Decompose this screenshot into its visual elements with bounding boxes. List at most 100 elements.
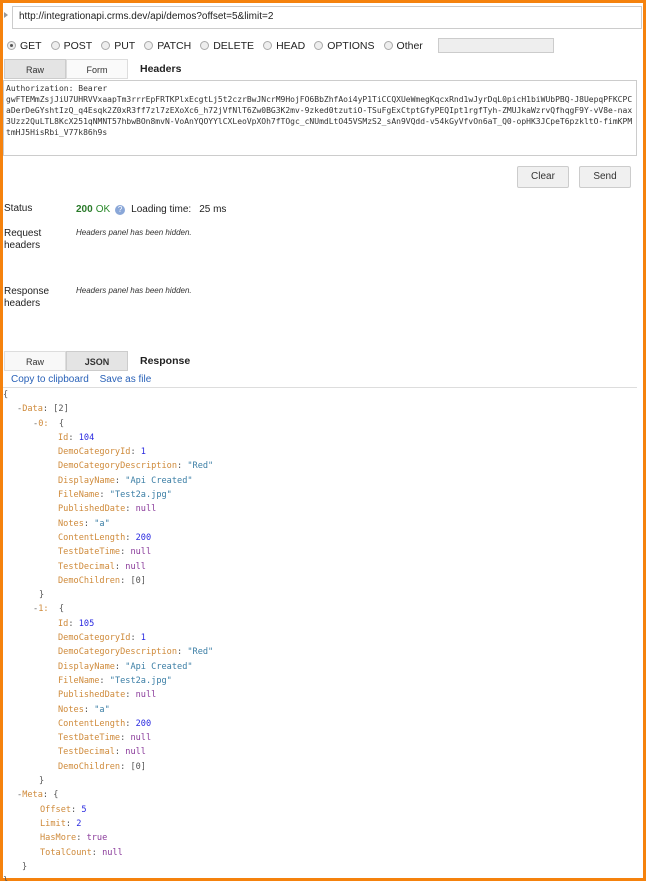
- expand-arrow-icon[interactable]: [4, 12, 8, 18]
- json-number: 104: [78, 432, 95, 443]
- method-label: OPTIONS: [327, 39, 375, 52]
- json-key: DemoCategoryId: [58, 633, 131, 644]
- method-post[interactable]: POST: [50, 40, 92, 52]
- json-colon: :: [130, 447, 141, 458]
- method-put[interactable]: PUT: [101, 40, 135, 52]
- json-line: TotalCount: null: [3, 846, 637, 860]
- json-colon: :: [114, 475, 126, 486]
- json-line: DemoCategoryDescription: "Red": [3, 645, 637, 659]
- json-string: "Red": [187, 461, 214, 472]
- json-null: null: [130, 733, 152, 744]
- radio-button[interactable]: [200, 41, 210, 50]
- json-line: Notes: "a": [3, 703, 637, 717]
- method-get[interactable]: GET: [7, 40, 42, 52]
- json-key: DemoChildren: [58, 761, 121, 772]
- json-key: DisplayName: [58, 475, 115, 486]
- json-colon: :: [120, 761, 131, 772]
- clear-button[interactable]: Clear: [517, 166, 569, 188]
- status-code: 200: [76, 204, 93, 215]
- json-line: ContentLength: 200: [3, 531, 637, 545]
- json-key: PublishedDate: [58, 504, 126, 515]
- radio-button[interactable]: [263, 41, 273, 50]
- loading-time-label: Loading time:: [131, 204, 192, 215]
- json-key: DemoChildren: [58, 575, 121, 586]
- tab-raw-response[interactable]: Raw: [4, 351, 66, 371]
- help-icon[interactable]: ?: [115, 204, 126, 215]
- method-label: PATCH: [157, 39, 192, 52]
- json-colon: :: [68, 432, 79, 443]
- json-colon: :: [125, 532, 136, 543]
- json-line: {: [3, 388, 637, 402]
- json-null: null: [130, 547, 152, 558]
- radio-button[interactable]: [144, 41, 154, 50]
- method-label: PUT: [114, 39, 136, 52]
- json-array-count: [0]: [130, 761, 146, 772]
- json-brace: {: [48, 418, 65, 429]
- json-key: Notes: [58, 704, 84, 715]
- json-line: }: [3, 874, 637, 881]
- tab-raw[interactable]: Raw: [4, 59, 66, 79]
- json-key: Data: [22, 404, 43, 415]
- method-label: DELETE: [213, 39, 255, 52]
- method-head[interactable]: HEAD: [263, 40, 305, 52]
- tab-json-response[interactable]: JSON: [66, 351, 128, 371]
- json-key: Meta: [22, 790, 43, 801]
- json-colon: :: [177, 461, 188, 472]
- copy-to-clipboard-link[interactable]: Copy to clipboard: [11, 374, 89, 385]
- radio-button[interactable]: [101, 41, 111, 50]
- json-line: Limit: 2: [3, 817, 637, 831]
- json-line: TestDateTime: null: [3, 731, 637, 745]
- json-colon: :: [114, 747, 126, 758]
- json-number: 200: [135, 532, 152, 543]
- json-viewer: {-Data: [2] -0: {Id: 104 DemoCategoryId: 1…: [3, 387, 637, 881]
- response-title: Response: [140, 355, 191, 367]
- json-key: FileName: [58, 675, 100, 686]
- json-key: ContentLength: [58, 532, 126, 543]
- other-method-input[interactable]: [437, 38, 554, 53]
- url-input[interactable]: http://integrationapi.crms.dev/api/demos…: [12, 6, 642, 29]
- save-as-file-link[interactable]: Save as file: [100, 374, 152, 385]
- method-options[interactable]: OPTIONS: [314, 39, 375, 52]
- json-brace: }: [39, 590, 45, 601]
- json-line: DemoChildren: [0]: [3, 760, 637, 774]
- response-actions: Copy to clipboard Save as file: [11, 374, 159, 385]
- radio-button[interactable]: [314, 41, 324, 50]
- radio-button[interactable]: [383, 41, 393, 50]
- json-colon: :: [120, 575, 131, 586]
- json-key: FileName: [58, 490, 100, 501]
- method-selector: GET POST PUT PATCH DELETE HEAD OPTIONS Other: [7, 38, 554, 53]
- json-colon: :: [99, 490, 110, 501]
- json-colon: :: [83, 704, 95, 715]
- json-line: Id: 104: [3, 431, 637, 445]
- headers-textarea[interactable]: Authorization: Bearer gwFTEMmZsjJiU7UHRV…: [3, 80, 637, 156]
- json-string: "Test2a.jpg": [109, 490, 172, 501]
- method-other[interactable]: Other: [383, 40, 423, 52]
- label-line: Response: [4, 286, 50, 297]
- loading-time-value: 25 ms: [199, 204, 227, 215]
- status-row: 200 OK ? Loading time: 25 ms: [76, 204, 226, 215]
- json-key: Id: [58, 618, 69, 629]
- json-colon: :: [71, 804, 82, 815]
- json-null: null: [125, 561, 146, 572]
- json-colon: :: [177, 647, 188, 658]
- tab-form[interactable]: Form: [66, 59, 128, 79]
- json-colon: :: [120, 547, 131, 558]
- radio-button[interactable]: [50, 41, 60, 50]
- json-colon: :: [83, 518, 95, 529]
- json-key: Notes: [58, 518, 84, 529]
- json-brace: }: [22, 861, 28, 872]
- json-string: "Api Created": [125, 475, 193, 486]
- json-key: Id: [58, 432, 69, 443]
- json-key: TestDateTime: [58, 547, 121, 558]
- json-line: FileName: "Test2a.jpg": [3, 488, 637, 502]
- json-number: 200: [135, 718, 152, 729]
- method-label: GET: [20, 39, 42, 52]
- json-line: Notes: "a": [3, 517, 637, 531]
- send-button[interactable]: Send: [579, 166, 631, 188]
- radio-button[interactable]: [7, 41, 16, 50]
- method-patch[interactable]: PATCH: [144, 40, 191, 52]
- json-colon: :: [65, 818, 77, 829]
- json-key: Offset: [40, 804, 72, 815]
- method-delete[interactable]: DELETE: [200, 40, 254, 52]
- json-array-count: [0]: [130, 575, 146, 586]
